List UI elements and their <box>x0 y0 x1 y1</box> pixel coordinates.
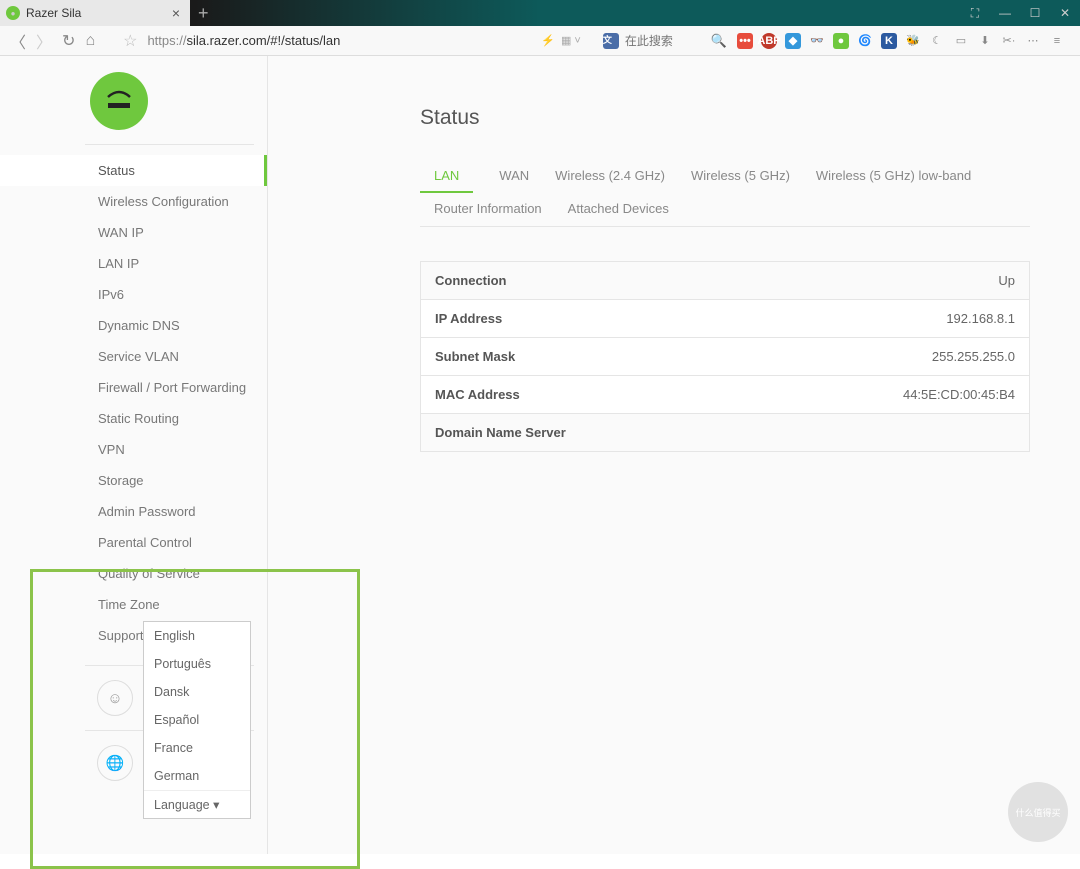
url-bar[interactable]: https://sila.razer.com/#!/status/lan <box>147 33 340 48</box>
row-dns: Domain Name Server <box>421 414 1029 451</box>
gift-icon[interactable]: ⛶ <box>960 0 990 26</box>
lang-option-english[interactable]: English <box>144 622 250 650</box>
sidebar-item-qos[interactable]: Quality of Service <box>0 558 267 589</box>
sidebar-item-admin-password[interactable]: Admin Password <box>0 496 267 527</box>
sidebar-item-static-routing[interactable]: Static Routing <box>0 403 267 434</box>
adblock-icon[interactable]: ABP <box>761 33 777 49</box>
back-button[interactable]: 〈 <box>10 29 26 53</box>
search-input[interactable] <box>625 34 705 48</box>
sidebar-item-wireless-config[interactable]: Wireless Configuration <box>0 186 267 217</box>
router-logo-icon <box>90 72 148 130</box>
scissors-icon[interactable]: ✂· <box>1001 33 1017 49</box>
book-icon[interactable]: ▭ <box>953 33 969 49</box>
sidebar-item-vpn[interactable]: VPN <box>0 434 267 465</box>
moon-icon[interactable]: ☾ <box>929 33 945 49</box>
lang-option-france[interactable]: France <box>144 734 250 762</box>
browser-toolbar: 〈 〉 ↻ ⌂ ☆ https://sila.razer.com/#!/stat… <box>0 26 1080 56</box>
page-title: Status <box>420 106 1030 130</box>
minimize-button[interactable]: — <box>990 0 1020 26</box>
sidebar-item-timezone[interactable]: Time Zone <box>0 589 267 620</box>
row-mac-address: MAC Address 44:5E:CD:00:45:B4 <box>421 376 1029 414</box>
favicon-icon: ● <box>6 6 20 20</box>
tab-lan[interactable]: LAN <box>420 160 473 193</box>
row-ip-address: IP Address 192.168.8.1 <box>421 300 1029 338</box>
tab-wireless-5-low[interactable]: Wireless (5 GHz) low-band <box>816 160 971 193</box>
new-tab-button[interactable]: + <box>190 3 217 24</box>
sidebar-item-service-vlan[interactable]: Service VLAN <box>0 341 267 372</box>
ext-icon-k[interactable]: K <box>881 33 897 49</box>
tab-wan[interactable]: WAN <box>499 160 529 193</box>
bee-icon[interactable]: 🐝 <box>905 33 921 49</box>
page-body: Status Wireless Configuration WAN IP LAN… <box>0 56 1080 854</box>
browser-tab[interactable]: ● Razer Sila × <box>0 0 190 26</box>
row-subnet-mask: Subnet Mask 255.255.255.0 <box>421 338 1029 376</box>
main-content: Status LAN WAN Wireless (2.4 GHz) Wirele… <box>268 56 1080 854</box>
status-info-table: Connection Up IP Address 192.168.8.1 Sub… <box>420 261 1030 452</box>
sidebar-item-lan-ip[interactable]: LAN IP <box>0 248 267 279</box>
sidebar-item-storage[interactable]: Storage <box>0 465 267 496</box>
sidebar-item-status[interactable]: Status <box>0 155 267 186</box>
translate-icon[interactable]: 文 <box>603 33 619 49</box>
sidebar: Status Wireless Configuration WAN IP LAN… <box>0 56 268 854</box>
language-label[interactable]: Language ▾ <box>144 790 250 818</box>
tab-wireless-5[interactable]: Wireless (5 GHz) <box>691 160 790 193</box>
globe-icon[interactable]: 🌐 <box>97 745 133 781</box>
browser-titlebar: ● Razer Sila × + ⛶ — ☐ ✕ <box>0 0 1080 26</box>
menu-icon[interactable]: ≡ <box>1049 33 1065 49</box>
weibo-icon[interactable]: 🌀 <box>857 33 873 49</box>
more-icon[interactable]: ⋯ <box>1025 33 1041 49</box>
account-icon[interactable]: ☺ <box>97 680 133 716</box>
bookmark-icon[interactable]: ☆ <box>123 31 137 51</box>
flash-icon[interactable]: ⚡ <box>541 34 555 47</box>
window-controls: ⛶ — ☐ ✕ <box>960 0 1080 26</box>
watermark-badge: 什么值得买 <box>1008 782 1068 842</box>
sidebar-item-ipv6[interactable]: IPv6 <box>0 279 267 310</box>
tab-title: Razer Sila <box>26 6 166 20</box>
lang-option-dansk[interactable]: Dansk <box>144 678 250 706</box>
tab-wireless-24[interactable]: Wireless (2.4 GHz) <box>555 160 665 193</box>
sidebar-item-firewall[interactable]: Firewall / Port Forwarding <box>0 372 267 403</box>
status-tabs: LAN WAN Wireless (2.4 GHz) Wireless (5 G… <box>420 160 1030 227</box>
close-window-button[interactable]: ✕ <box>1050 0 1080 26</box>
lang-option-espanol[interactable]: Español <box>144 706 250 734</box>
sidebar-item-wan-ip[interactable]: WAN IP <box>0 217 267 248</box>
subtab-router-info[interactable]: Router Information <box>434 201 542 216</box>
lang-option-german[interactable]: German <box>144 762 250 790</box>
sidebar-item-ddns[interactable]: Dynamic DNS <box>0 310 267 341</box>
close-tab-icon[interactable]: × <box>172 5 180 21</box>
maximize-button[interactable]: ☐ <box>1020 0 1050 26</box>
extension-icons: ••• ABP ◆ 👓 ● 🌀 K 🐝 ☾ ▭ ⬇ ✂· ⋯ ≡ <box>737 33 1070 49</box>
download-icon[interactable]: ⬇ <box>977 33 993 49</box>
forward-button[interactable]: 〉 <box>36 29 52 53</box>
subtab-attached-devices[interactable]: Attached Devices <box>568 201 669 216</box>
search-icon[interactable]: 🔍 <box>711 33 727 49</box>
lang-option-portugues[interactable]: Português <box>144 650 250 678</box>
row-connection: Connection Up <box>421 262 1029 300</box>
sidebar-item-parental-control[interactable]: Parental Control <box>0 527 267 558</box>
language-option-list[interactable]: English Português Dansk Español France G… <box>144 622 250 790</box>
sidebar-menu: Status Wireless Configuration WAN IP LAN… <box>0 145 267 651</box>
ext-icon-5[interactable]: ● <box>833 33 849 49</box>
ext-icon-1[interactable]: ••• <box>737 33 753 49</box>
language-dropdown[interactable]: English Português Dansk Español France G… <box>143 621 251 819</box>
ext-icon-4[interactable]: 👓 <box>809 33 825 49</box>
home-button[interactable]: ⌂ <box>85 32 95 50</box>
ext-icon-3[interactable]: ◆ <box>785 33 801 49</box>
reload-button[interactable]: ↻ <box>62 31 75 51</box>
qr-icon[interactable]: ▦ ˅ <box>561 34 581 47</box>
